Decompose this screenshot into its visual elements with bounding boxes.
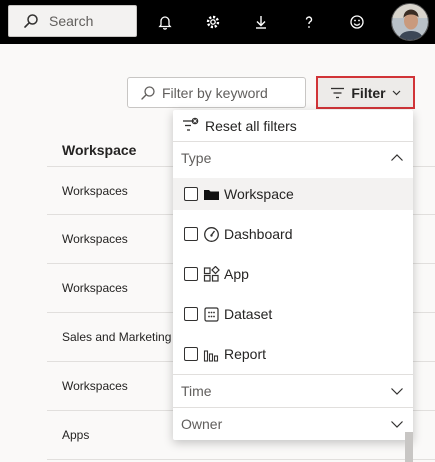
- workspace-column-header[interactable]: Workspace: [62, 142, 136, 158]
- filter-dropdown-panel: Reset all filters Type Workspace Dashboa…: [173, 110, 413, 440]
- search-label: Search: [49, 13, 94, 29]
- download-icon[interactable]: [249, 10, 273, 34]
- type-option-report[interactable]: Report: [173, 338, 413, 370]
- notification-bell-icon[interactable]: [153, 10, 177, 34]
- workspace-cell: Sales and Marketing: [62, 330, 172, 344]
- filter-lines-icon: [331, 87, 345, 98]
- type-option-label: Dashboard: [224, 226, 293, 242]
- app-checkbox[interactable]: [184, 267, 198, 281]
- dataset-checkbox[interactable]: [184, 307, 198, 321]
- workspace-cell: Workspaces: [62, 232, 128, 246]
- reset-filters-button[interactable]: Reset all filters: [173, 110, 413, 142]
- settings-gear-icon[interactable]: [201, 10, 225, 34]
- report-bars-icon: [203, 349, 219, 362]
- chevron-down-icon: [391, 388, 403, 395]
- chevron-down-icon: [392, 90, 401, 95]
- app-icon: [203, 265, 220, 282]
- filter-button[interactable]: Filter: [316, 76, 415, 109]
- global-search-box[interactable]: Search: [8, 5, 137, 37]
- workspace-cell: Workspaces: [62, 281, 128, 295]
- top-bar: Search: [0, 0, 435, 44]
- type-option-label: Dataset: [224, 306, 273, 322]
- type-section-header[interactable]: Type: [173, 142, 413, 174]
- type-section-label: Type: [181, 150, 212, 166]
- type-option-label: Workspace: [224, 186, 294, 202]
- owner-section-header[interactable]: Owner: [173, 408, 413, 440]
- scrollbar-thumb[interactable]: [405, 432, 413, 462]
- time-section-header[interactable]: Time: [173, 375, 413, 407]
- dashboard-checkbox[interactable]: [184, 227, 198, 241]
- workspace-checkbox[interactable]: [184, 187, 198, 201]
- keyword-filter-input[interactable]: [162, 84, 302, 101]
- report-checkbox[interactable]: [184, 347, 198, 361]
- keyword-filter-field[interactable]: [127, 77, 306, 108]
- type-option-dashboard[interactable]: Dashboard: [173, 218, 413, 250]
- search-icon: [24, 14, 38, 28]
- workspace-cell: Apps: [62, 428, 90, 442]
- feedback-smiley-icon[interactable]: [345, 10, 369, 34]
- dataset-icon: [204, 306, 219, 322]
- type-option-app[interactable]: App: [173, 258, 413, 290]
- type-option-dataset[interactable]: Dataset: [173, 298, 413, 330]
- search-icon: [141, 85, 155, 100]
- folder-icon: [204, 189, 219, 200]
- clear-filter-icon: [183, 117, 199, 131]
- type-option-label: Report: [224, 346, 267, 362]
- owner-section-label: Owner: [181, 416, 223, 432]
- time-section-label: Time: [181, 383, 212, 399]
- filter-button-label: Filter: [351, 84, 386, 101]
- reset-filters-label: Reset all filters: [205, 117, 297, 134]
- help-icon[interactable]: [297, 10, 321, 34]
- chevron-up-icon: [391, 154, 403, 161]
- workspace-cell: Workspaces: [62, 379, 128, 393]
- chevron-down-icon: [391, 421, 403, 428]
- user-avatar[interactable]: [391, 3, 429, 41]
- workspace-cell: Workspaces: [62, 183, 128, 198]
- type-option-label: App: [224, 266, 249, 282]
- dashboard-gauge-icon: [204, 226, 219, 242]
- type-option-workspace[interactable]: Workspace: [173, 178, 413, 210]
